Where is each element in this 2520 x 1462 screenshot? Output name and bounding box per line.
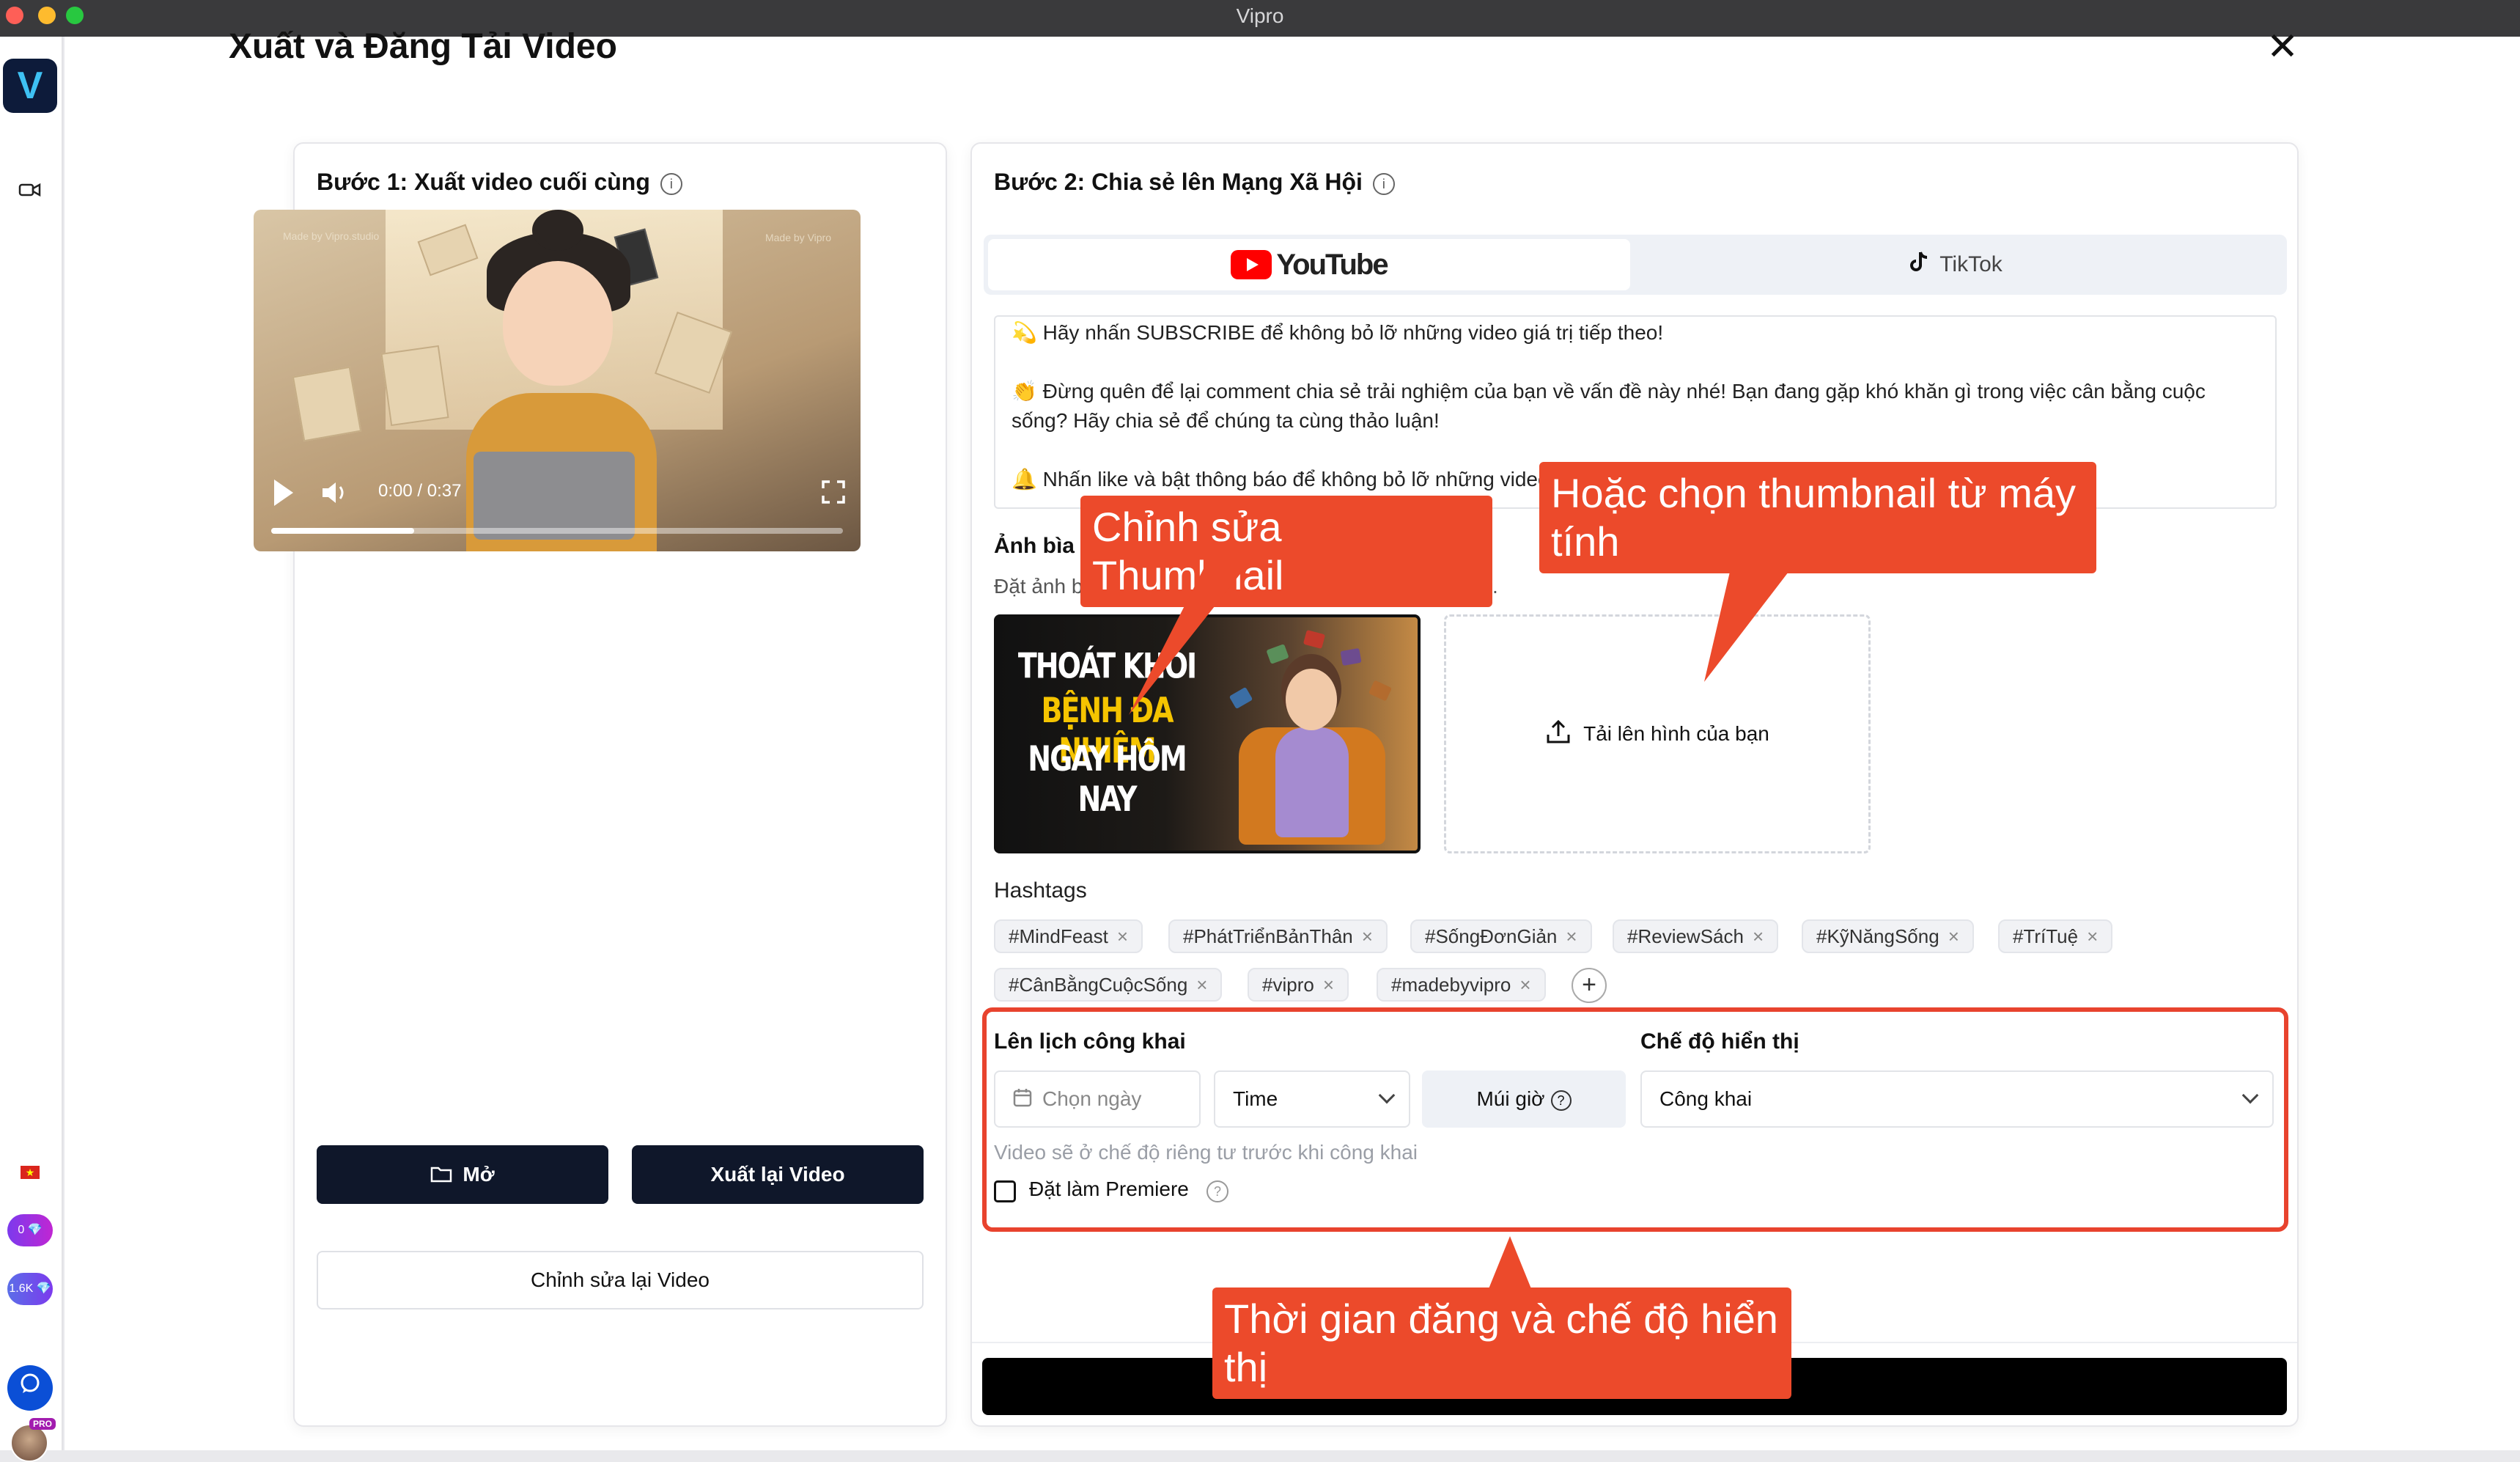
tab-tiktok[interactable]: TikTok bbox=[1630, 239, 2283, 290]
premiere-help-icon[interactable]: ? bbox=[1206, 1180, 1228, 1202]
calendar-icon bbox=[1013, 1073, 1032, 1128]
video-progress-bar[interactable] bbox=[271, 528, 843, 534]
hashtag-chip[interactable]: #SốngĐơnGiản × bbox=[1410, 919, 1592, 953]
callout-time-and-visibility: Thời gian đăng và chế độ hiển thị bbox=[1212, 1287, 1791, 1399]
chevron-down-icon bbox=[1378, 1087, 1396, 1104]
hashtag-chip[interactable]: #madebyvipro × bbox=[1377, 968, 1546, 1002]
minimize-window-button[interactable] bbox=[38, 7, 56, 24]
timezone-button[interactable]: Múi giờ? bbox=[1422, 1070, 1626, 1128]
open-folder-button[interactable]: Mở bbox=[317, 1145, 608, 1204]
app-logo[interactable]: V bbox=[3, 59, 57, 113]
video-player[interactable]: Made by Vipro.studio Made by Vipro 0:00 … bbox=[254, 210, 861, 551]
date-picker[interactable]: Chọn ngày bbox=[994, 1070, 1201, 1128]
platform-tabs: YouTube TikTok bbox=[984, 235, 2287, 295]
fullscreen-icon[interactable] bbox=[821, 480, 846, 510]
hashtag-chip[interactable]: #KỹNăngSống × bbox=[1802, 919, 1974, 953]
hashtags-label: Hashtags bbox=[994, 878, 1087, 903]
close-dialog-icon[interactable]: ✕ bbox=[2261, 25, 2305, 69]
step1-title: Bước 1: Xuất video cuối cùng i bbox=[317, 169, 682, 196]
remove-hashtag-icon[interactable]: × bbox=[1323, 974, 1334, 996]
schedule-hint: Video sẽ ở chế độ riêng tư trước khi côn… bbox=[994, 1141, 1418, 1164]
callout-pointer bbox=[1129, 557, 1253, 715]
upload-icon bbox=[1545, 719, 1572, 750]
chevron-down-icon bbox=[2241, 1087, 2259, 1104]
add-hashtag-button[interactable]: + bbox=[1572, 968, 1607, 1003]
hashtag-chip[interactable]: #vipro × bbox=[1248, 968, 1349, 1002]
remove-hashtag-icon[interactable]: × bbox=[1948, 925, 1959, 947]
hashtag-chip[interactable]: #ReviewSách × bbox=[1613, 919, 1779, 953]
reedit-video-button[interactable]: Chỉnh sửa lại Video bbox=[317, 1251, 924, 1309]
premiere-label: Đặt làm Premiere bbox=[1029, 1178, 1189, 1200]
video-time: 0:00 / 0:37 bbox=[378, 481, 462, 501]
schedule-label: Lên lịch công khai bbox=[994, 1029, 1186, 1054]
folder-icon bbox=[430, 1147, 452, 1205]
volume-icon[interactable] bbox=[320, 480, 349, 511]
callout-choose-from-computer: Hoặc chọn thumbnail từ máy tính bbox=[1539, 462, 2096, 573]
video-watermark-left: Made by Vipro.studio bbox=[283, 230, 380, 242]
info-icon[interactable]: i bbox=[660, 172, 682, 195]
video-camera-icon[interactable] bbox=[13, 173, 47, 207]
language-flag-icon[interactable]: ★ bbox=[21, 1166, 40, 1179]
callout-pointer bbox=[1704, 572, 1788, 682]
page-title: Xuất và Đăng Tải Video bbox=[229, 27, 617, 66]
premiere-checkbox[interactable] bbox=[994, 1180, 1016, 1202]
callout-pointer bbox=[1488, 1236, 1532, 1290]
remove-hashtag-icon[interactable]: × bbox=[1753, 925, 1764, 947]
video-watermark-right: Made by Vipro bbox=[765, 232, 831, 243]
video-controls: 0:00 / 0:37 bbox=[274, 478, 846, 507]
remove-hashtag-icon[interactable]: × bbox=[1566, 925, 1577, 947]
remove-hashtag-icon[interactable]: × bbox=[1117, 925, 1128, 947]
help-icon: ? bbox=[1550, 1090, 1572, 1111]
gems-counter[interactable]: 0 💎 bbox=[7, 1214, 53, 1246]
step2-title: Bước 2: Chia sẻ lên Mạng Xã Hội i bbox=[994, 169, 1395, 196]
play-icon[interactable] bbox=[274, 480, 293, 506]
info-icon[interactable]: i bbox=[1372, 172, 1395, 195]
hashtag-chip[interactable]: #MindFeast × bbox=[994, 919, 1143, 953]
close-window-button[interactable] bbox=[6, 7, 23, 24]
cover-label: Ảnh bìa bbox=[994, 534, 1075, 558]
hashtag-chip[interactable]: #TríTuệ × bbox=[1998, 919, 2113, 953]
hashtag-chip[interactable]: #CânBằngCuộcSống × bbox=[994, 968, 1223, 1002]
remove-hashtag-icon[interactable]: × bbox=[2087, 925, 2098, 947]
hashtag-chip[interactable]: #PhátTriểnBảnThân × bbox=[1168, 919, 1388, 953]
maximize-window-button[interactable] bbox=[66, 7, 84, 24]
remove-hashtag-icon[interactable]: × bbox=[1362, 925, 1373, 947]
youtube-logo-icon bbox=[1231, 250, 1272, 279]
reexport-video-button[interactable]: Xuất lại Video bbox=[632, 1145, 924, 1204]
remove-hashtag-icon[interactable]: × bbox=[1196, 974, 1207, 996]
credits-counter[interactable]: 1.6K 💎 bbox=[7, 1273, 53, 1305]
upload-thumbnail-dropzone[interactable]: Tải lên hình của bạn bbox=[1444, 614, 1871, 853]
tiktok-icon bbox=[1910, 251, 1929, 279]
chat-icon[interactable] bbox=[7, 1365, 53, 1411]
visibility-label: Chế độ hiển thị bbox=[1640, 1029, 1799, 1054]
visibility-select[interactable]: Công khai bbox=[1640, 1070, 2274, 1128]
window-title: Vipro bbox=[1236, 4, 1284, 27]
tab-youtube[interactable]: YouTube bbox=[988, 239, 1630, 290]
pro-badge: PRO bbox=[29, 1418, 56, 1430]
remove-hashtag-icon[interactable]: × bbox=[1519, 974, 1530, 996]
time-select[interactable]: Time bbox=[1214, 1070, 1410, 1128]
sidebar: V ★ 0 💎 1.6K 💎 PRO bbox=[0, 37, 63, 1462]
